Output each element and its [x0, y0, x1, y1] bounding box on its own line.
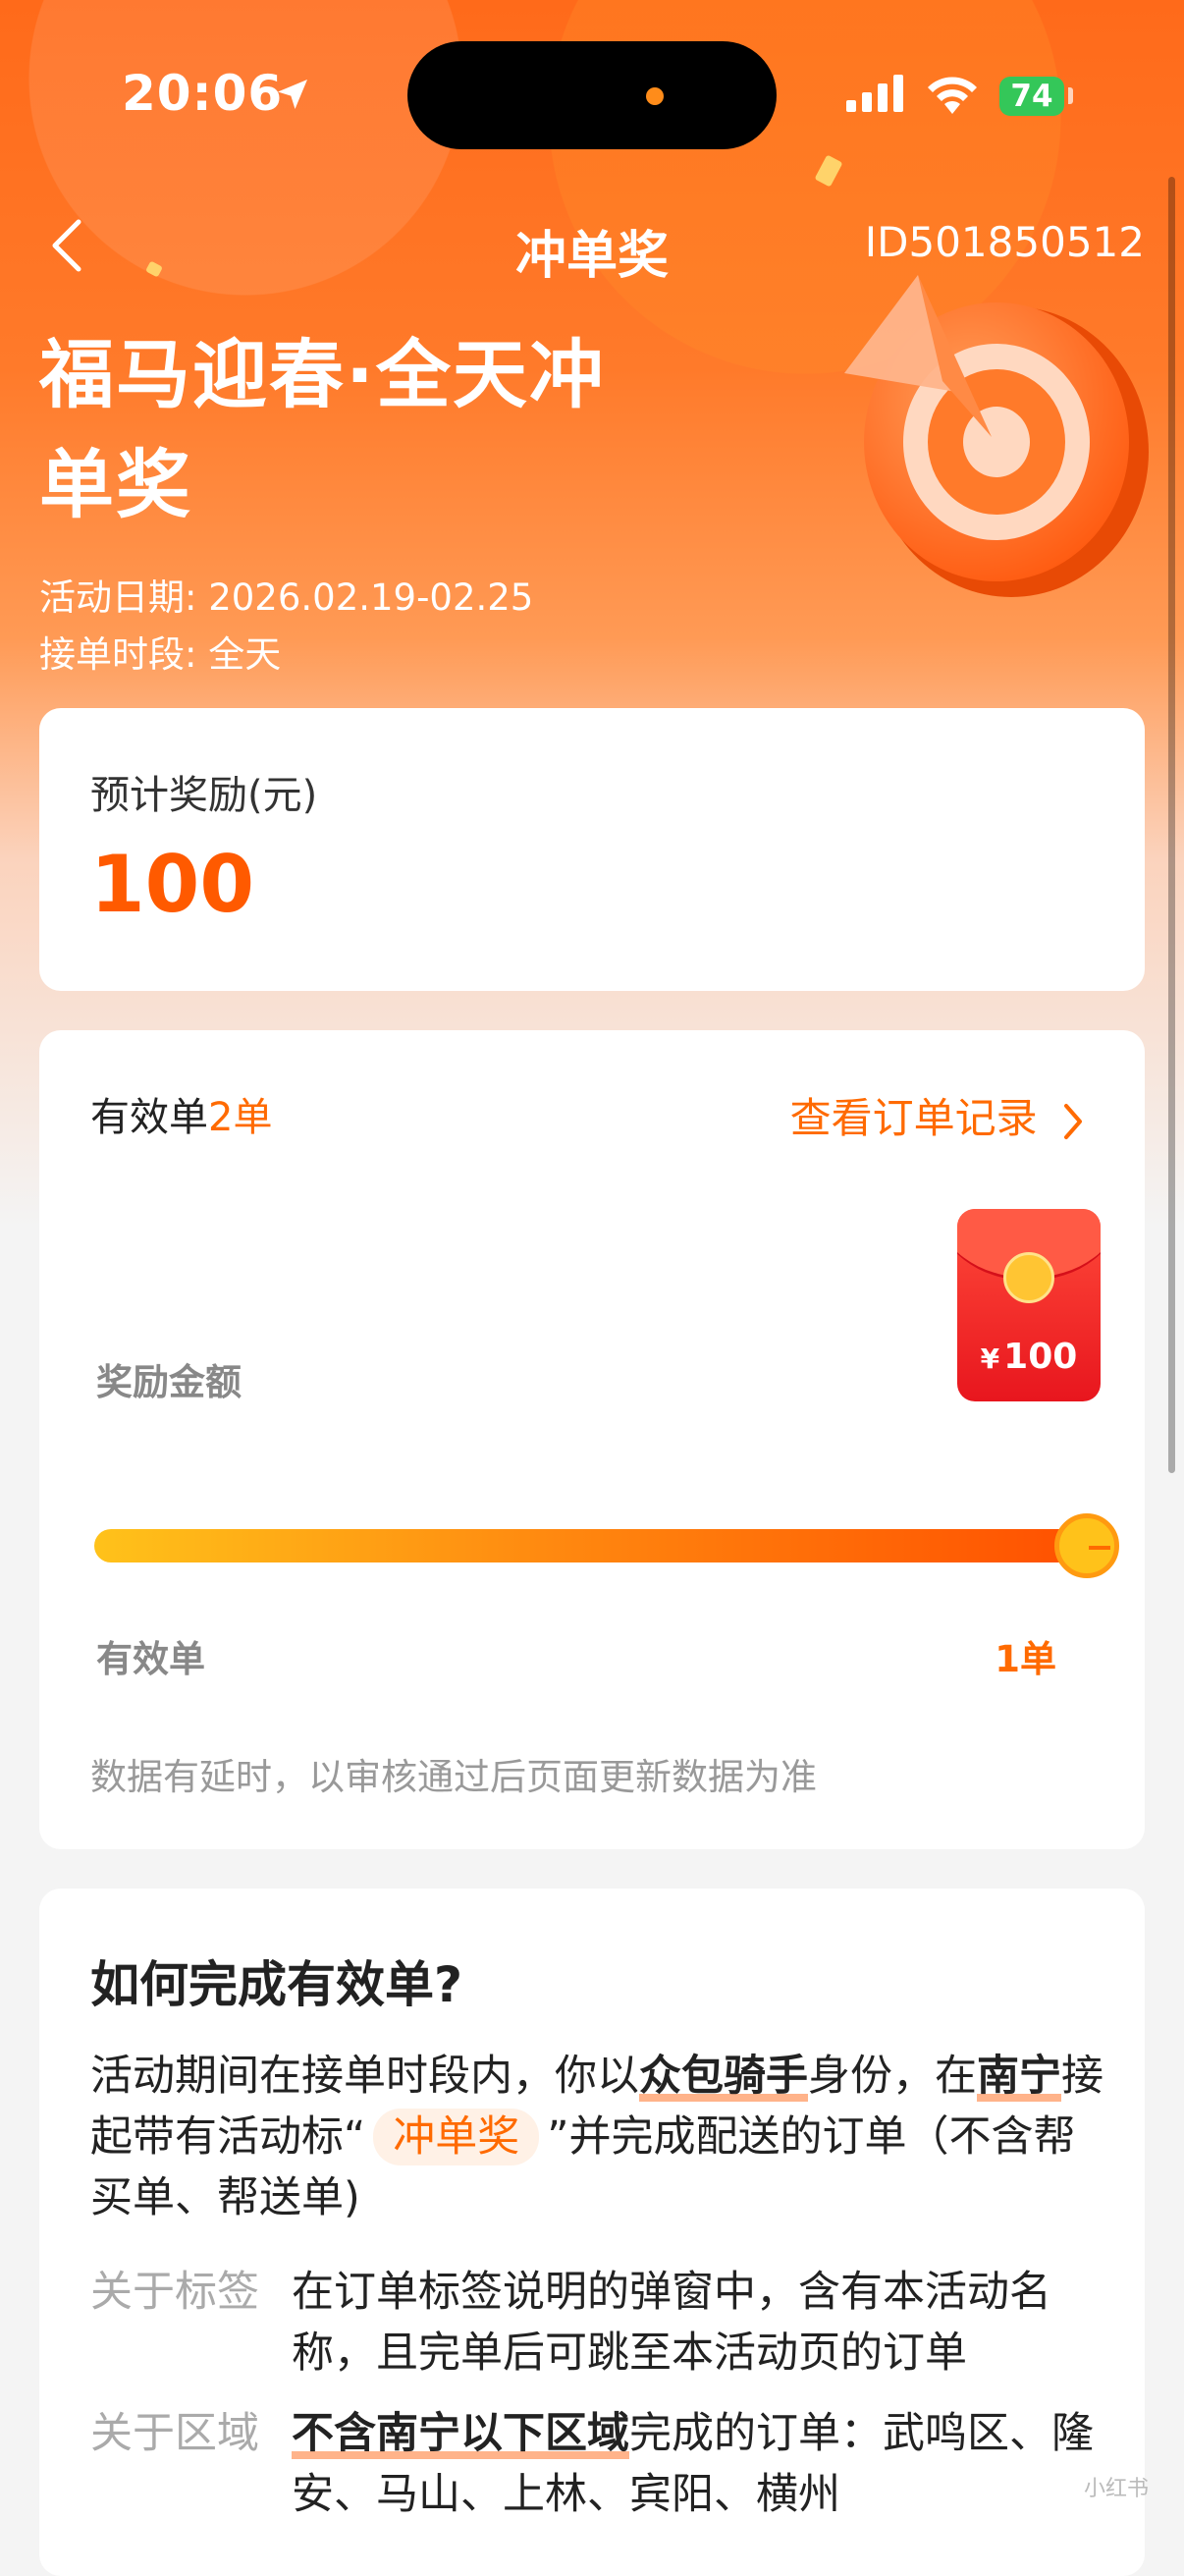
location-arrow-icon: [278, 80, 307, 109]
battery-tip: [1068, 87, 1073, 104]
status-time: 20:06: [122, 65, 284, 122]
activity-date: 活动日期: 2026.02.19-02.25: [39, 576, 534, 619]
view-order-records-link[interactable]: 查看订单记录: [790, 1085, 1084, 1145]
cellular-signal-icon: [846, 75, 903, 112]
howto-card: 如何完成有效单? 活动期间在接单时段内，你以众包骑手身份，在南宁接起带有活动标“…: [39, 1889, 1145, 2576]
reward-label: 预计奖励(元): [90, 773, 318, 818]
user-id: ID501850512: [864, 218, 1145, 266]
chevron-right-icon: [1064, 1103, 1082, 1139]
battery-icon: 74: [999, 77, 1064, 116]
data-delay-note: 数据有延时，以审核通过后页面更新数据为准: [90, 1756, 817, 1798]
rule-key: 关于标签: [90, 2268, 259, 2317]
rule-key: 关于区域: [90, 2409, 259, 2458]
scrollbar[interactable]: [1168, 177, 1175, 1473]
progress-bar: [94, 1529, 1086, 1562]
valid-order-value: 2单: [208, 1095, 273, 1140]
valid-order-label: 有效单: [90, 1095, 208, 1140]
watermark: 小红书: [1084, 2477, 1150, 2501]
wifi-icon: [928, 77, 977, 114]
battery-level: 74: [1010, 79, 1053, 114]
status-bar: 20:06 74: [0, 0, 1184, 177]
activity-time-slot: 接单时段: 全天: [39, 633, 282, 676]
island-indicator-dot: [646, 87, 664, 105]
valid-order-count: 有效单2单: [90, 1085, 272, 1142]
reward-card: 预计奖励(元) 100: [39, 708, 1145, 991]
progress-knob: [1054, 1513, 1119, 1578]
target-dart-illustration: [844, 275, 1149, 597]
view-order-records-label: 查看订单记录: [789, 1094, 1038, 1142]
howto-role: 众包骑手: [639, 2052, 808, 2101]
rule-value-emphasis: 不含南宁以下区域: [292, 2409, 629, 2458]
red-packet-amount: ¥100: [957, 1337, 1101, 1377]
howto-title: 如何完成有效单?: [90, 1956, 463, 2013]
red-packet-coin-icon: [1003, 1252, 1054, 1303]
howto-text: 活动期间在接单时段内，你以: [90, 2052, 639, 2101]
red-packet-currency: ¥: [980, 1343, 1000, 1375]
progress-axis-left: 有效单: [96, 1638, 205, 1680]
rule-value: 不含南宁以下区域完成的订单：武鸣区、隆安、马山、上林、宾阳、横州: [292, 2403, 1116, 2525]
rule-value: 在订单标签说明的弹窗中，含有本活动名称，且完单后可跳至本活动页的订单: [292, 2268, 1051, 2378]
red-packet-value: 100: [1003, 1337, 1078, 1377]
dynamic-island: [407, 41, 777, 149]
howto-description: 活动期间在接单时段内，你以众包骑手身份，在南宁接起带有活动标“ 冲单奖 ”并完成配送…: [90, 2046, 1111, 2228]
progress-card: 有效单2单 查看订单记录 ¥100 奖励金额 有效单 1单 数据有延时，以审核通…: [39, 1030, 1145, 1849]
reward-value: 100: [90, 839, 254, 930]
howto-city: 南宁: [977, 2052, 1061, 2101]
reward-amount-label: 奖励金额: [96, 1361, 242, 1403]
howto-text: 身份，在: [808, 2052, 977, 2101]
red-packet-reward: ¥100: [957, 1209, 1101, 1401]
activity-title: 福马迎春·全天冲单奖: [39, 331, 606, 528]
progress-axis-right: 1单: [995, 1638, 1056, 1680]
activity-tag: 冲单奖: [373, 2109, 540, 2165]
